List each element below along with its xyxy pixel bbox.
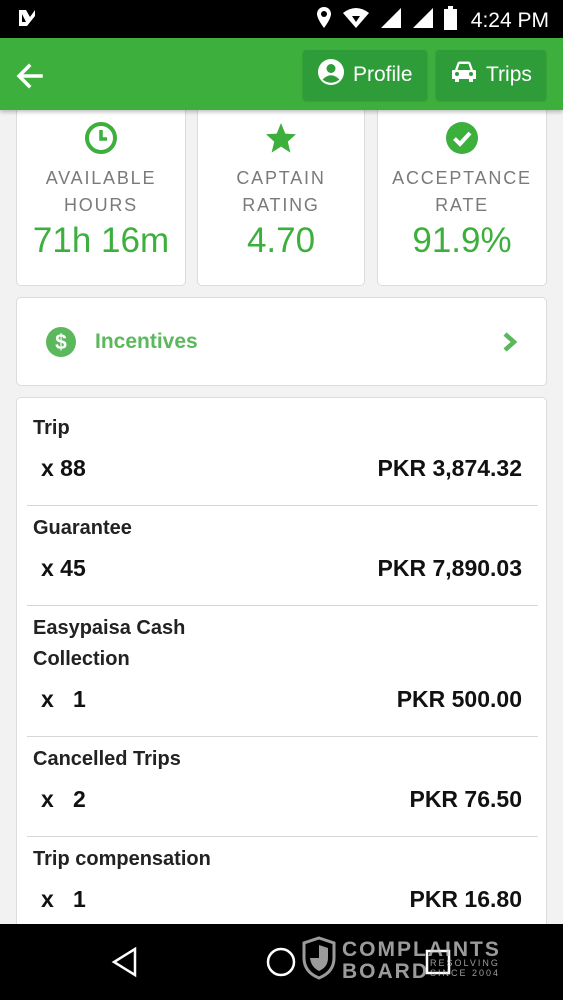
divider xyxy=(27,836,538,837)
app-bar: Profile Trips xyxy=(0,38,563,110)
check-circle-icon xyxy=(445,121,479,160)
app-notification-icon xyxy=(16,7,38,34)
row-quantity: x 45 xyxy=(41,555,86,581)
captain-rating-card: CAPTAIN RATING 4.70 xyxy=(197,104,365,286)
trips-button[interactable]: Trips xyxy=(436,50,546,100)
acceptance-rate-label: ACCEPTANCE RATE xyxy=(392,168,532,215)
nav-home-icon[interactable] xyxy=(265,946,297,983)
row-quantity: x 1 xyxy=(41,686,86,712)
row-name: Easypaisa Cash xyxy=(33,617,186,639)
back-arrow-icon[interactable] xyxy=(14,60,46,92)
clock-icon xyxy=(84,121,118,160)
row-amount: PKR 3,874.32 xyxy=(377,455,522,481)
row-name: Trip compensation xyxy=(33,848,211,870)
incentives-label: Incentives xyxy=(95,330,198,353)
acceptance-rate-card: ACCEPTANCE RATE 91.9% xyxy=(377,104,547,286)
available-hours-card: AVAILABLE HOURS 71h 16m xyxy=(16,104,186,286)
star-icon xyxy=(264,121,298,160)
chevron-right-icon xyxy=(502,331,518,358)
trips-label: Trips xyxy=(486,63,532,86)
svg-text:$: $ xyxy=(55,331,67,354)
row-name-line-2: Collection xyxy=(33,648,130,670)
row-amount: PKR 500.00 xyxy=(396,686,522,712)
row-quantity: x 2 xyxy=(41,786,86,812)
dollar-circle-icon: $ xyxy=(45,326,77,363)
location-icon xyxy=(316,6,332,35)
clock-time: 4:24 PM xyxy=(470,8,549,32)
nav-back-icon[interactable] xyxy=(110,946,140,983)
profile-button[interactable]: Profile xyxy=(303,50,427,100)
profile-label: Profile xyxy=(353,63,413,86)
system-navigation-bar: COMPLAINTS BOARD RESOLVING SINCE 2004 xyxy=(0,924,563,1000)
divider xyxy=(27,736,538,737)
row-name: Cancelled Trips xyxy=(33,748,181,770)
row-quantity: x 1 xyxy=(41,886,86,912)
wifi-icon xyxy=(342,7,370,34)
earnings-list: Trip x 88 PKR 3,874.32 Guarantee x 45 PK… xyxy=(16,397,547,957)
available-hours-label: AVAILABLE HOURS xyxy=(45,168,157,215)
signal-icon-2 xyxy=(412,7,434,34)
available-hours-value: 71h 16m xyxy=(32,221,170,260)
row-amount: PKR 7,890.03 xyxy=(377,555,522,581)
account-circle-icon xyxy=(317,58,353,92)
incentives-row[interactable]: $ Incentives xyxy=(16,297,547,386)
row-quantity: x 88 xyxy=(41,455,86,481)
row-name: Trip xyxy=(33,417,70,439)
battery-icon xyxy=(443,6,457,35)
captain-rating-label: CAPTAIN RATING xyxy=(236,168,326,215)
status-bar: 4:24 PM xyxy=(0,0,563,38)
row-name: Guarantee xyxy=(33,517,132,539)
divider xyxy=(27,505,538,506)
car-icon xyxy=(450,60,486,90)
row-amount: PKR 76.50 xyxy=(409,786,522,812)
signal-icon xyxy=(380,7,402,34)
shield-logo-icon xyxy=(302,936,336,985)
acceptance-rate-value: 91.9% xyxy=(412,221,512,260)
captain-rating-value: 4.70 xyxy=(246,221,316,260)
row-amount: PKR 16.80 xyxy=(409,886,522,912)
watermark-text: COMPLAINTS BOARD RESOLVING SINCE 2004 xyxy=(342,937,501,983)
watermark: COMPLAINTS BOARD RESOLVING SINCE 2004 xyxy=(302,936,501,985)
divider xyxy=(27,605,538,606)
